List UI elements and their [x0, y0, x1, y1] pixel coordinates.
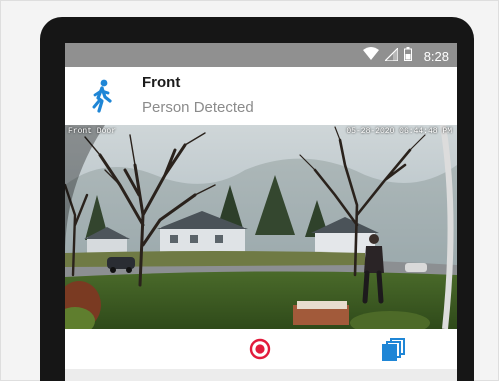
camera-snapshot[interactable]: Front Door 05-28-2020 06:44:48 PM [65, 125, 457, 329]
status-time: 8:28 [423, 49, 449, 64]
camera-timestamp: 05-28-2020 06:44:48 PM [346, 127, 452, 136]
signal-icon [383, 46, 399, 66]
camera-scene-image [65, 125, 457, 329]
bottom-strip [65, 369, 457, 381]
record-icon [249, 338, 271, 360]
action-bar [65, 329, 457, 369]
status-bar: 8:28 [65, 43, 457, 67]
notification-card[interactable]: Front Person Detected [65, 67, 457, 125]
clips-stack-icon [382, 338, 405, 361]
person-walking-icon [90, 79, 114, 113]
clips-button[interactable] [381, 337, 407, 361]
battery-icon [403, 47, 412, 66]
status-icons: 8:28 [362, 46, 449, 66]
wifi-icon [362, 47, 379, 66]
notification-title: Front [142, 74, 181, 91]
record-button[interactable] [249, 338, 271, 360]
notification-subtitle: Person Detected [142, 99, 254, 116]
phone-screen: 8:28 Front Person Detected Front Door 05… [65, 43, 457, 381]
camera-label: Front Door [68, 127, 117, 136]
